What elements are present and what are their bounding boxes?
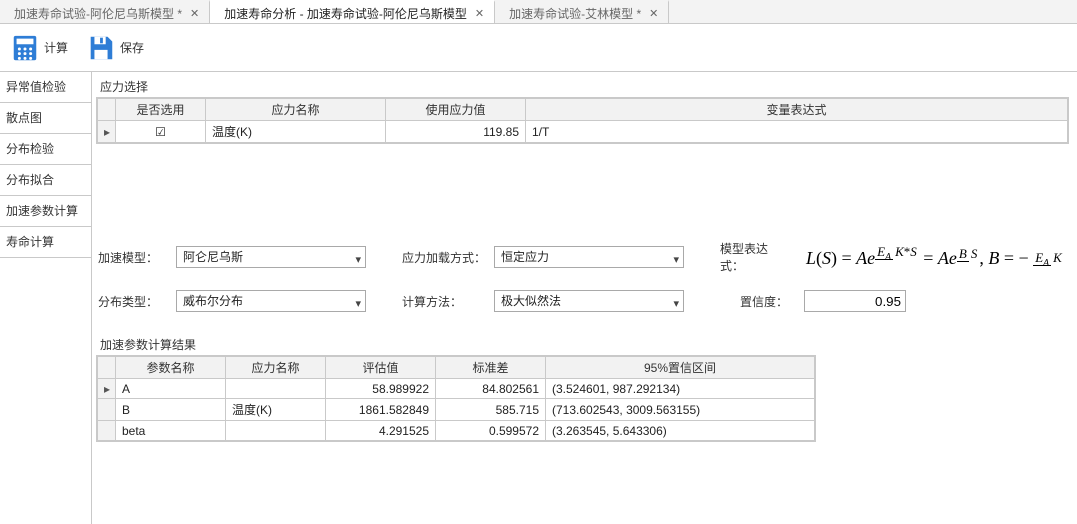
tab-1-close-icon[interactable]: ✕ [473, 7, 486, 20]
stress-h2: 使用应力值 [386, 99, 526, 121]
method-combo[interactable]: 极大似然法 ▾ [494, 290, 684, 312]
stress-title: 应力选择 [96, 76, 1069, 97]
param-section: 加速模型： 阿仑尼乌斯 ▾ 应力加载方式： 恒定应力 ▾ 模型表达式： L(S)… [96, 234, 1069, 334]
dist-value: 威布尔分布 [183, 294, 243, 308]
calculator-icon [10, 33, 40, 63]
save-label: 保存 [120, 39, 144, 56]
method-value: 极大似然法 [501, 294, 561, 308]
tab-0-label: 加速寿命试验-阿伦尼乌斯模型 * [14, 5, 182, 22]
sidebar-item-outlier[interactable]: 异常值检验 [0, 72, 91, 103]
calc-label: 计算 [44, 39, 68, 56]
tab-2-close-icon[interactable]: ✕ [647, 7, 660, 20]
stress-h3: 变量表达式 [526, 99, 1068, 121]
chevron-down-icon: ▾ [673, 250, 679, 270]
model-formula: L(S) = AeEAK*S = AeBS, B = − EAK [806, 245, 1064, 269]
dist-combo[interactable]: 威布尔分布 ▾ [176, 290, 366, 312]
tab-2[interactable]: 加速寿命试验-艾林模型 * ✕ [495, 0, 669, 23]
stress-value[interactable]: 119.85 [386, 121, 526, 143]
tab-bar: 加速寿命试验-阿伦尼乌斯模型 * ✕ 加速寿命分析 - 加速寿命试验-阿伦尼乌斯… [0, 0, 1077, 24]
model-combo[interactable]: 阿仑尼乌斯 ▾ [176, 246, 366, 268]
model-value: 阿仑尼乌斯 [183, 250, 243, 264]
table-row[interactable]: B 温度(K) 1861.582849 585.715 (713.602543,… [98, 399, 815, 421]
dist-label: 分布类型： [98, 293, 168, 310]
method-label: 计算方法： [402, 293, 486, 310]
sidebar-item-scatter[interactable]: 散点图 [0, 103, 91, 134]
sidebar-item-distfit[interactable]: 分布拟合 [0, 165, 91, 196]
tab-0-close-icon[interactable]: ✕ [188, 7, 201, 20]
tab-2-label: 加速寿命试验-艾林模型 * [509, 5, 641, 22]
sidebar: 异常值检验 散点图 分布检验 分布拟合 加速参数计算 寿命计算 [0, 72, 92, 524]
save-button[interactable]: 保存 [86, 33, 144, 63]
row-indicator-icon: ▸ [98, 379, 116, 399]
conf-input[interactable] [804, 290, 906, 312]
sidebar-item-life[interactable]: 寿命计算 [0, 227, 91, 258]
res-h0: 参数名称 [116, 357, 226, 379]
stress-selected[interactable]: ☑ [116, 121, 206, 143]
stress-h1: 应力名称 [206, 99, 386, 121]
res-h4: 95%置信区间 [546, 357, 815, 379]
stress-expr[interactable]: 1/T [526, 121, 1068, 143]
row-indicator-icon: ▸ [98, 121, 116, 143]
conf-label: 置信度： [740, 293, 796, 310]
tab-1[interactable]: 加速寿命分析 - 加速寿命试验-阿伦尼乌斯模型 ✕ [210, 0, 495, 23]
chevron-down-icon: ▾ [673, 294, 679, 314]
main-panel: 应力选择 是否选用 应力名称 使用应力值 变量表达式 ▸ ☑ 温度(K) 119… [92, 72, 1077, 524]
results-title: 加速参数计算结果 [96, 334, 1069, 355]
chevron-down-icon: ▾ [355, 294, 361, 314]
sidebar-item-accel[interactable]: 加速参数计算 [0, 196, 91, 227]
stress-name[interactable]: 温度(K) [206, 121, 386, 143]
tab-1-label: 加速寿命分析 - 加速寿命试验-阿伦尼乌斯模型 [224, 5, 467, 22]
table-row[interactable]: ▸ A 58.989922 84.802561 (3.524601, 987.2… [98, 379, 815, 399]
model-label: 加速模型： [98, 249, 168, 266]
formula-label: 模型表达式： [720, 240, 790, 274]
save-icon [86, 33, 116, 63]
stress-grid: 是否选用 应力名称 使用应力值 变量表达式 ▸ ☑ 温度(K) 119.85 1… [96, 97, 1069, 144]
res-h3: 标准差 [436, 357, 546, 379]
stress-h0: 是否选用 [116, 99, 206, 121]
table-row[interactable]: beta 4.291525 0.599572 (3.263545, 5.6433… [98, 421, 815, 441]
sidebar-item-disttest[interactable]: 分布检验 [0, 134, 91, 165]
chevron-down-icon: ▾ [355, 250, 361, 270]
stress-row[interactable]: ▸ ☑ 温度(K) 119.85 1/T [98, 121, 1068, 143]
calc-button[interactable]: 计算 [10, 33, 68, 63]
load-combo[interactable]: 恒定应力 ▾ [494, 246, 684, 268]
toolbar: 计算 保存 [0, 24, 1077, 72]
load-label: 应力加载方式： [402, 249, 486, 266]
res-h1: 应力名称 [226, 357, 326, 379]
load-value: 恒定应力 [501, 250, 549, 264]
res-h2: 评估值 [326, 357, 436, 379]
tab-0[interactable]: 加速寿命试验-阿伦尼乌斯模型 * ✕ [0, 0, 210, 23]
results-section: 加速参数计算结果 参数名称 应力名称 评估值 标准差 95%置信区间 [96, 334, 1069, 442]
results-grid: 参数名称 应力名称 评估值 标准差 95%置信区间 ▸ A 58.989922 … [96, 355, 816, 442]
